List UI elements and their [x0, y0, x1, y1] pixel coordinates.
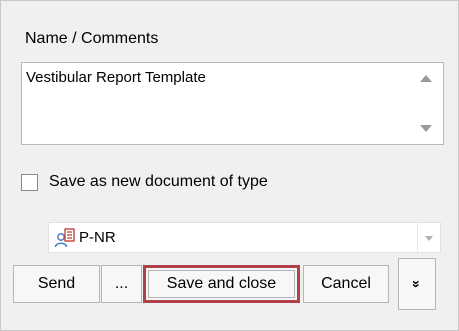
- document-type-select[interactable]: P-NR: [48, 222, 441, 253]
- name-comments-textarea[interactable]: Vestibular Report Template: [21, 62, 444, 145]
- save-and-close-button[interactable]: Save and close: [148, 270, 295, 298]
- save-as-new-checkbox[interactable]: [21, 173, 38, 191]
- patient-report-icon: [54, 228, 75, 248]
- more-options-button[interactable]: ...: [101, 265, 142, 303]
- send-button[interactable]: Send: [13, 265, 100, 303]
- scroll-down-icon[interactable]: [420, 125, 432, 132]
- save-and-close-highlight: Save and close: [143, 265, 300, 303]
- expand-icon[interactable]: »: [398, 258, 436, 310]
- scroll-up-icon[interactable]: [420, 75, 432, 82]
- document-type-value: P-NR: [79, 229, 116, 246]
- chevron-down-icon: [425, 236, 433, 241]
- save-dialog: Name / Comments Vestibular Report Templa…: [0, 0, 459, 331]
- name-comments-label: Name / Comments: [25, 30, 159, 47]
- name-comments-value: Vestibular Report Template: [26, 69, 206, 86]
- cancel-button[interactable]: Cancel: [303, 265, 389, 303]
- save-as-new-label: Save as new document of type: [49, 173, 268, 190]
- textarea-scrollbar[interactable]: [409, 63, 443, 144]
- document-type-dropdown-button[interactable]: [417, 223, 440, 252]
- save-as-new-row[interactable]: Save as new document of type: [21, 171, 268, 193]
